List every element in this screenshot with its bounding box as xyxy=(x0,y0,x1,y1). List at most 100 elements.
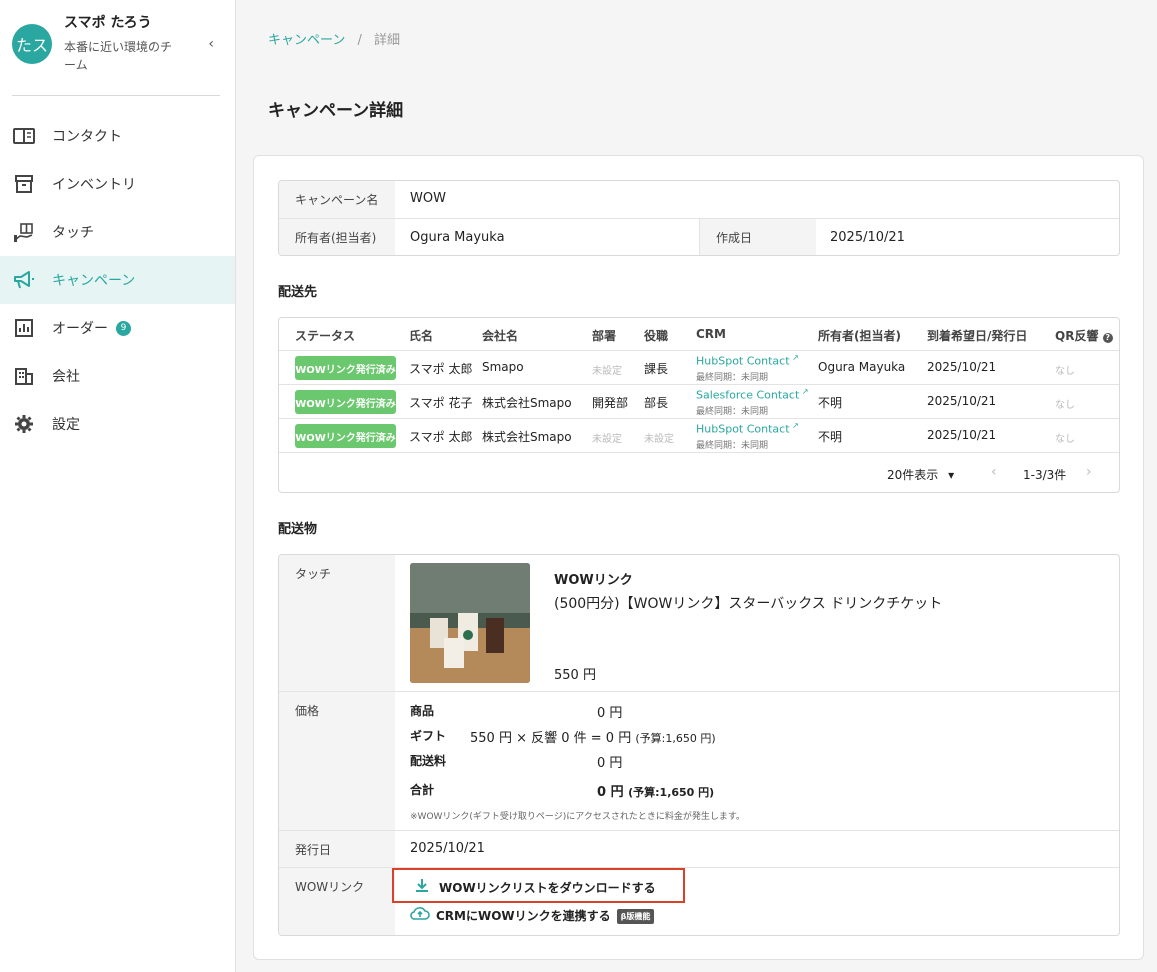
caret-down-icon: ▾ xyxy=(948,468,955,482)
gift-formula: 550 円 × 反響 0 件 = 0 円 xyxy=(470,731,632,746)
user-profile[interactable]: たス スマポ たろう 本番に近い環境のチーム ‹ xyxy=(12,12,224,76)
external-link-icon: ↗ xyxy=(799,387,809,396)
touch-type: WOWリンク xyxy=(554,573,633,588)
sidebar: たス スマポ たろう 本番に近い環境のチーム ‹ コンタクト インベントリ タッ… xyxy=(0,0,236,972)
crm-link[interactable]: HubSpot Contact ↗ xyxy=(696,421,799,436)
crm-link[interactable]: HubSpot Contact ↗ xyxy=(696,353,799,368)
col-date: 到着希望日/発行日 xyxy=(927,329,1028,343)
per-page-select[interactable]: 20件表示 ▾ xyxy=(887,466,954,483)
sidebar-item-label: コンタクト xyxy=(52,129,122,145)
campaign-name-value: WOW xyxy=(410,191,446,206)
sidebar-item-company[interactable]: 会社 xyxy=(0,352,235,400)
company-link[interactable]: Smapo xyxy=(482,360,524,374)
sidebar-item-contact[interactable]: コンタクト xyxy=(0,112,235,160)
summary-row-owner: 所有者(担当者) Ogura Mayuka 作成日 2025/10/21 xyxy=(279,218,1119,255)
sidebar-item-label: オーダー xyxy=(52,321,108,337)
shipping-value: 0 円 xyxy=(597,756,623,771)
sidebar-item-campaign[interactable]: キャンペーン xyxy=(0,256,235,304)
sidebar-item-settings[interactable]: 設定 xyxy=(0,400,235,448)
owner-cell: 不明 xyxy=(818,430,843,444)
summary-row-name: キャンペーン名 WOW xyxy=(279,181,1119,218)
title-cell: 部長 xyxy=(644,396,669,410)
col-title: 役職 xyxy=(644,329,669,343)
recipients-table: ステータス 氏名 会社名 部署 役職 CRM 所有者(担当者) 到着希望日/発行… xyxy=(278,317,1120,493)
sidebar-item-label: キャンペーン xyxy=(52,273,136,289)
product-price: 550 円 xyxy=(554,668,596,683)
sidebar-nav: コンタクト インベントリ タッチ キャンペーン オーダー 9 会社 設定 xyxy=(0,112,235,448)
status-badge: WOWリンク発行済み xyxy=(295,390,396,414)
megaphone-icon xyxy=(12,268,36,292)
beta-badge: β版機能 xyxy=(616,909,655,924)
product-name: (500円分)【WOWリンク】スターバックス ドリンクチケット xyxy=(554,596,943,612)
prev-page-icon[interactable]: ‹ xyxy=(991,464,997,480)
help-icon[interactable]: ? xyxy=(1102,333,1113,343)
sidebar-item-inventory[interactable]: インベントリ xyxy=(0,160,235,208)
per-page-value: 20件表示 xyxy=(887,468,939,482)
col-crm: CRM xyxy=(696,327,726,341)
sidebar-item-label: タッチ xyxy=(52,225,94,241)
col-qr: QR反響 ? xyxy=(1055,327,1113,344)
external-link-icon: ↗ xyxy=(789,421,799,430)
owner-cell: 不明 xyxy=(818,396,843,410)
dept-cell: 未設定 xyxy=(592,366,622,377)
delivery-title: 配送物 xyxy=(278,522,318,537)
status-badge: WOWリンク発行済み xyxy=(295,356,396,380)
table-footer: 20件表示 ▾ ‹ 1-3/3件 › xyxy=(279,452,1119,492)
sidebar-item-order[interactable]: オーダー 9 xyxy=(0,304,235,352)
sidebar-item-touch[interactable]: タッチ xyxy=(0,208,235,256)
table-header: ステータス 氏名 会社名 部署 役職 CRM 所有者(担当者) 到着希望日/発行… xyxy=(279,318,1119,350)
qr-cell: なし xyxy=(1055,434,1075,445)
title-cell: 未設定 xyxy=(644,434,674,445)
team-name: 本番に近い環境のチーム xyxy=(64,40,173,72)
recipient-name-link[interactable]: スマポ 太郎 xyxy=(409,360,472,377)
date-cell: 2025/10/21 xyxy=(927,394,997,408)
company-cell: 株式会社Smapo xyxy=(482,430,572,444)
inventory-box-icon xyxy=(12,172,36,196)
price-row: 価格 商品 0 円 ギフト 550 円 × 反響 0 件 = 0 円 (予算:1… xyxy=(279,691,1119,830)
issue-date-row: 発行日 2025/10/21 xyxy=(279,830,1119,867)
building-icon xyxy=(12,364,36,388)
owner-value: Ogura Mayuka xyxy=(410,230,505,245)
col-dept: 部署 xyxy=(592,329,617,343)
col-owner: 所有者(担当者) xyxy=(818,329,901,343)
campaign-summary: キャンペーン名 WOW 所有者(担当者) Ogura Mayuka 作成日 20… xyxy=(278,180,1120,256)
touch-label: タッチ xyxy=(279,555,395,691)
qr-cell: なし xyxy=(1055,400,1075,411)
crm-link[interactable]: Salesforce Contact ↗ xyxy=(696,387,809,402)
sidebar-item-label: インベントリ xyxy=(52,177,136,193)
product-image xyxy=(410,563,530,683)
issue-date-value: 2025/10/21 xyxy=(410,841,485,856)
item-value: 0 円 xyxy=(597,706,623,721)
crm-sync-status: 最終同期：未同期 xyxy=(696,373,769,383)
price-label: 価格 xyxy=(279,692,395,830)
col-qr-label: QR反響 xyxy=(1055,329,1099,343)
pricing-note: ※WOWリンク(ギフト受け取りページ)にアクセスされたときに料金が発生します。 xyxy=(410,812,745,822)
sidebar-divider xyxy=(12,95,220,96)
dept-cell: 開発部 xyxy=(592,396,629,410)
table-row[interactable]: WOWリンク発行済み スマポ 太郎 Smapo 未設定 課長 HubSpot C… xyxy=(279,350,1119,384)
breadcrumb-separator: / xyxy=(357,33,362,48)
page-title: キャンペーン詳細 xyxy=(268,101,404,121)
total-amount: 0 円 xyxy=(597,785,624,800)
cloud-upload-icon xyxy=(410,906,432,923)
breadcrumb: キャンペーン / 詳細 xyxy=(268,29,400,48)
user-name: スマポ たろう xyxy=(64,15,152,31)
dept-cell: 未設定 xyxy=(592,434,622,445)
bar-chart-icon xyxy=(12,316,36,340)
table-row[interactable]: WOWリンク発行済み スマポ 太郎 株式会社Smapo 未設定 未設定 HubS… xyxy=(279,418,1119,452)
crm-link-label: HubSpot Contact xyxy=(696,422,790,436)
gift-label: ギフト xyxy=(410,729,447,743)
crm-link-label: HubSpot Contact xyxy=(696,354,790,368)
item-label: 商品 xyxy=(410,704,435,718)
gift-budget: (予算:1,650 円) xyxy=(635,732,716,745)
gift-hand-icon xyxy=(12,220,36,244)
external-link-icon: ↗ xyxy=(789,353,799,362)
issue-date-label: 発行日 xyxy=(279,831,395,867)
breadcrumb-current: 詳細 xyxy=(374,33,401,48)
breadcrumb-campaign-link[interactable]: キャンペーン xyxy=(268,33,345,48)
table-row[interactable]: WOWリンク発行済み スマポ 花子 株式会社Smapo 開発部 部長 Sales… xyxy=(279,384,1119,418)
crm-sync-link[interactable]: CRMにWOWリンクを連携する β版機能 xyxy=(410,906,655,924)
collapse-sidebar-icon[interactable]: ‹ xyxy=(208,36,214,52)
next-page-icon[interactable]: › xyxy=(1086,464,1092,480)
gift-value: 550 円 × 反響 0 件 = 0 円 (予算:1,650 円) xyxy=(470,727,716,746)
